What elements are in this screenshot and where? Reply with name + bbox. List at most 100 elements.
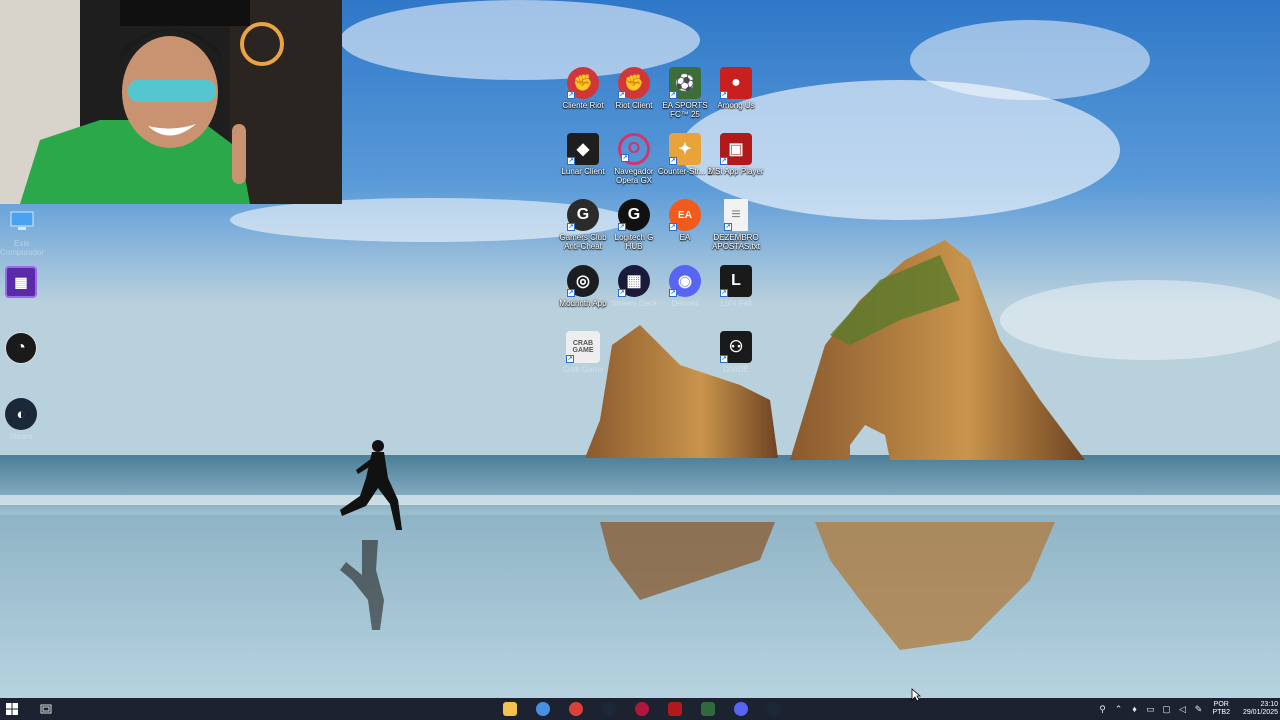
shortcut-arrow-icon: ↗	[669, 91, 677, 99]
volume-icon[interactable]: ◁	[1174, 698, 1190, 720]
shortcut-arrow-icon: ↗	[720, 91, 728, 99]
mouse-cursor	[911, 688, 921, 702]
desktop-icon-crab-game[interactable]: CRAB GAME ↗ Crab Game	[555, 331, 611, 374]
desktop-icon-ea-fc[interactable]: ⚽ ↗ EA SPORTS FC™ 25	[657, 67, 713, 119]
desktop-icon-among-us[interactable]: ● ↗ Among Us	[708, 67, 764, 110]
gamers-club-icon: G ↗	[567, 199, 599, 231]
desktop-icon-text-file[interactable]: ≡ ↗ DEZEMBRO APOSTAS.txt	[708, 199, 764, 251]
counter-strike-icon: ✦ ↗	[669, 133, 701, 165]
desktop-icon-purple-app[interactable]: ▦	[0, 266, 49, 300]
ea-fc-icon: ⚽ ↗	[669, 67, 701, 99]
desktop-icon-opera-gx[interactable]: O ↗ Navegador Opera GX	[606, 133, 662, 185]
desktop-icon-modrinth[interactable]: ◎ ↗ Modrinth App	[555, 265, 611, 308]
opera-gx-taskbar-icon	[635, 702, 649, 716]
desktop-icon-label: Counter-Str... 2	[657, 167, 713, 176]
desktop-icon-riot-client[interactable]: ✊ ↗ Riot Client	[606, 67, 662, 110]
chrome-icon	[536, 702, 550, 716]
microphone-icon[interactable]: ♦	[1126, 698, 1142, 720]
desktop-icon-label: Modrinth App	[559, 299, 607, 308]
desktop-icon-ea[interactable]: EA ↗ EA	[657, 199, 713, 242]
desktop-icon-riot-client[interactable]: ✊ ↗ Cliente Riot	[555, 67, 611, 110]
excel-taskbar-icon	[701, 702, 715, 716]
desktop-icon-label: Riot Client	[615, 101, 653, 110]
ea-icon: EA ↗	[669, 199, 701, 231]
shortcut-arrow-icon: ↗	[567, 223, 575, 231]
file-explorer-icon	[503, 702, 517, 716]
desktop-icon-counter-strike[interactable]: ✦ ↗ Counter-Str... 2	[657, 133, 713, 176]
task-view-icon	[40, 704, 52, 714]
desktop-icon-label: DEZEMBRO APOSTAS.txt	[712, 233, 760, 251]
usb-icon[interactable]: ▭	[1142, 698, 1158, 720]
desktop-icon-label: Lol's Fall	[720, 299, 752, 308]
desktop-icon-gamers-club[interactable]: G ↗ Gamers Club Anti-Cheat	[555, 199, 611, 251]
desktop-icon-este-computador[interactable]: Este Computador	[0, 205, 50, 257]
modrinth-icon: ◎ ↗	[567, 265, 599, 297]
desktop-icon-label: Navegador Opera GX	[614, 167, 654, 185]
desktop-icon-label: Crab Game	[562, 365, 604, 374]
among-us-icon: ● ↗	[720, 67, 752, 99]
keyboard-layout: PTB2	[1212, 709, 1230, 716]
desktop-icon-label: DiViDE	[723, 365, 749, 374]
shortcut-arrow-icon: ↗	[621, 154, 629, 162]
taskbar-app-excel-taskbar[interactable]	[693, 698, 723, 720]
desktop-icon-lunar-client[interactable]: ◆ ↗ Lunar Client	[555, 133, 611, 176]
obs-icon: ◔	[5, 332, 37, 364]
shortcut-arrow-icon: ↗	[669, 157, 677, 165]
taskbar-app-discord-taskbar[interactable]	[726, 698, 756, 720]
taskbar-app-file-explorer[interactable]	[495, 698, 525, 720]
desktop-icon-label: EA SPORTS FC™ 25	[662, 101, 708, 119]
taskbar-app-steam-taskbar[interactable]	[759, 698, 789, 720]
desktop-icon-label: Steam	[9, 432, 33, 441]
shortcut-arrow-icon: ↗	[720, 157, 728, 165]
start-button[interactable]	[0, 698, 24, 720]
taskbar-app-msi-taskbar[interactable]	[660, 698, 690, 720]
divide-icon: ⚇ ↗	[720, 331, 752, 363]
desktop-icon-stream-deck[interactable]: ▦ ↗ Stream Deck	[606, 265, 662, 308]
network-icon[interactable]: ▢	[1158, 698, 1174, 720]
steam-taskbar-icon-2	[767, 702, 781, 716]
app-purple-icon: ▦	[5, 266, 37, 298]
msi-app-player-icon: ▣ ↗	[720, 133, 752, 165]
desktop-icon-label: Stream Deck	[610, 299, 658, 308]
shortcut-arrow-icon: ↗	[720, 289, 728, 297]
crab-game-icon: CRAB GAME ↗	[566, 331, 600, 363]
desktop-icon-label: Lunar Client	[561, 167, 605, 176]
shortcut-arrow-icon: ↗	[724, 223, 732, 231]
clock-date: 29/01/2025	[1242, 709, 1278, 716]
lunar-client-icon: ◆ ↗	[567, 133, 599, 165]
clock[interactable]: 23:10 29/01/2025	[1236, 701, 1280, 717]
taskbar-app-chrome[interactable]	[528, 698, 558, 720]
taskbar-app-gamers-club-taskbar[interactable]	[561, 698, 591, 720]
people-icon[interactable]: ⚲	[1094, 698, 1110, 720]
webcam-overlay	[0, 0, 342, 204]
stream-deck-icon: ▦ ↗	[618, 265, 650, 297]
language-indicator[interactable]: POR PTB2	[1206, 701, 1236, 717]
gamers-club-taskbar-icon	[569, 702, 583, 716]
system-tray: ⚲ ⌃ ♦ ▭ ▢ ◁ ✎ POR PTB2 23:10 29/01/2025	[1094, 698, 1280, 720]
shortcut-arrow-icon: ↗	[567, 157, 575, 165]
desktop-icon-divide[interactable]: ⚇ ↗ DiViDE	[708, 331, 764, 374]
pen-icon[interactable]: ✎	[1190, 698, 1206, 720]
shortcut-arrow-icon: ↗	[669, 289, 677, 297]
desktop-icon-label: Among Us	[717, 101, 755, 110]
shortcut-arrow-icon: ↗	[567, 289, 575, 297]
desktop-icon-label: Gamers Club Anti-Cheat	[559, 233, 607, 251]
shortcut-arrow-icon: ↗	[618, 91, 626, 99]
desktop-icon-logitech-g-hub[interactable]: G ↗ Logitech G HUB	[606, 199, 662, 251]
desktop-icon-msi-app-player[interactable]: ▣ ↗ MSI App Player	[708, 133, 764, 176]
taskbar-app-opera-gx-taskbar[interactable]	[627, 698, 657, 720]
shortcut-arrow-icon: ↗	[566, 355, 574, 363]
desktop-icon-obs[interactable]: ◔	[0, 332, 49, 366]
desktop-icon-steam[interactable]: ◐ Steam	[0, 398, 49, 441]
language-code: POR	[1213, 701, 1229, 708]
chevron-up-icon[interactable]: ⌃	[1110, 698, 1126, 720]
desktop-icon-lol-fall[interactable]: L ↗ Lol's Fall	[708, 265, 764, 308]
desktop-icon-label: MSI App Player	[708, 167, 764, 176]
discord-icon: ◉ ↗	[669, 265, 701, 297]
windows-logo-icon	[6, 703, 18, 715]
desktop-icon-label: Este Computador	[0, 239, 45, 257]
taskbar-app-steam-taskbar[interactable]	[594, 698, 624, 720]
desktop-icon-discord[interactable]: ◉ ↗ Discord	[657, 265, 713, 308]
task-view-button[interactable]	[26, 698, 66, 720]
desktop-icon-label: Discord	[671, 299, 699, 308]
